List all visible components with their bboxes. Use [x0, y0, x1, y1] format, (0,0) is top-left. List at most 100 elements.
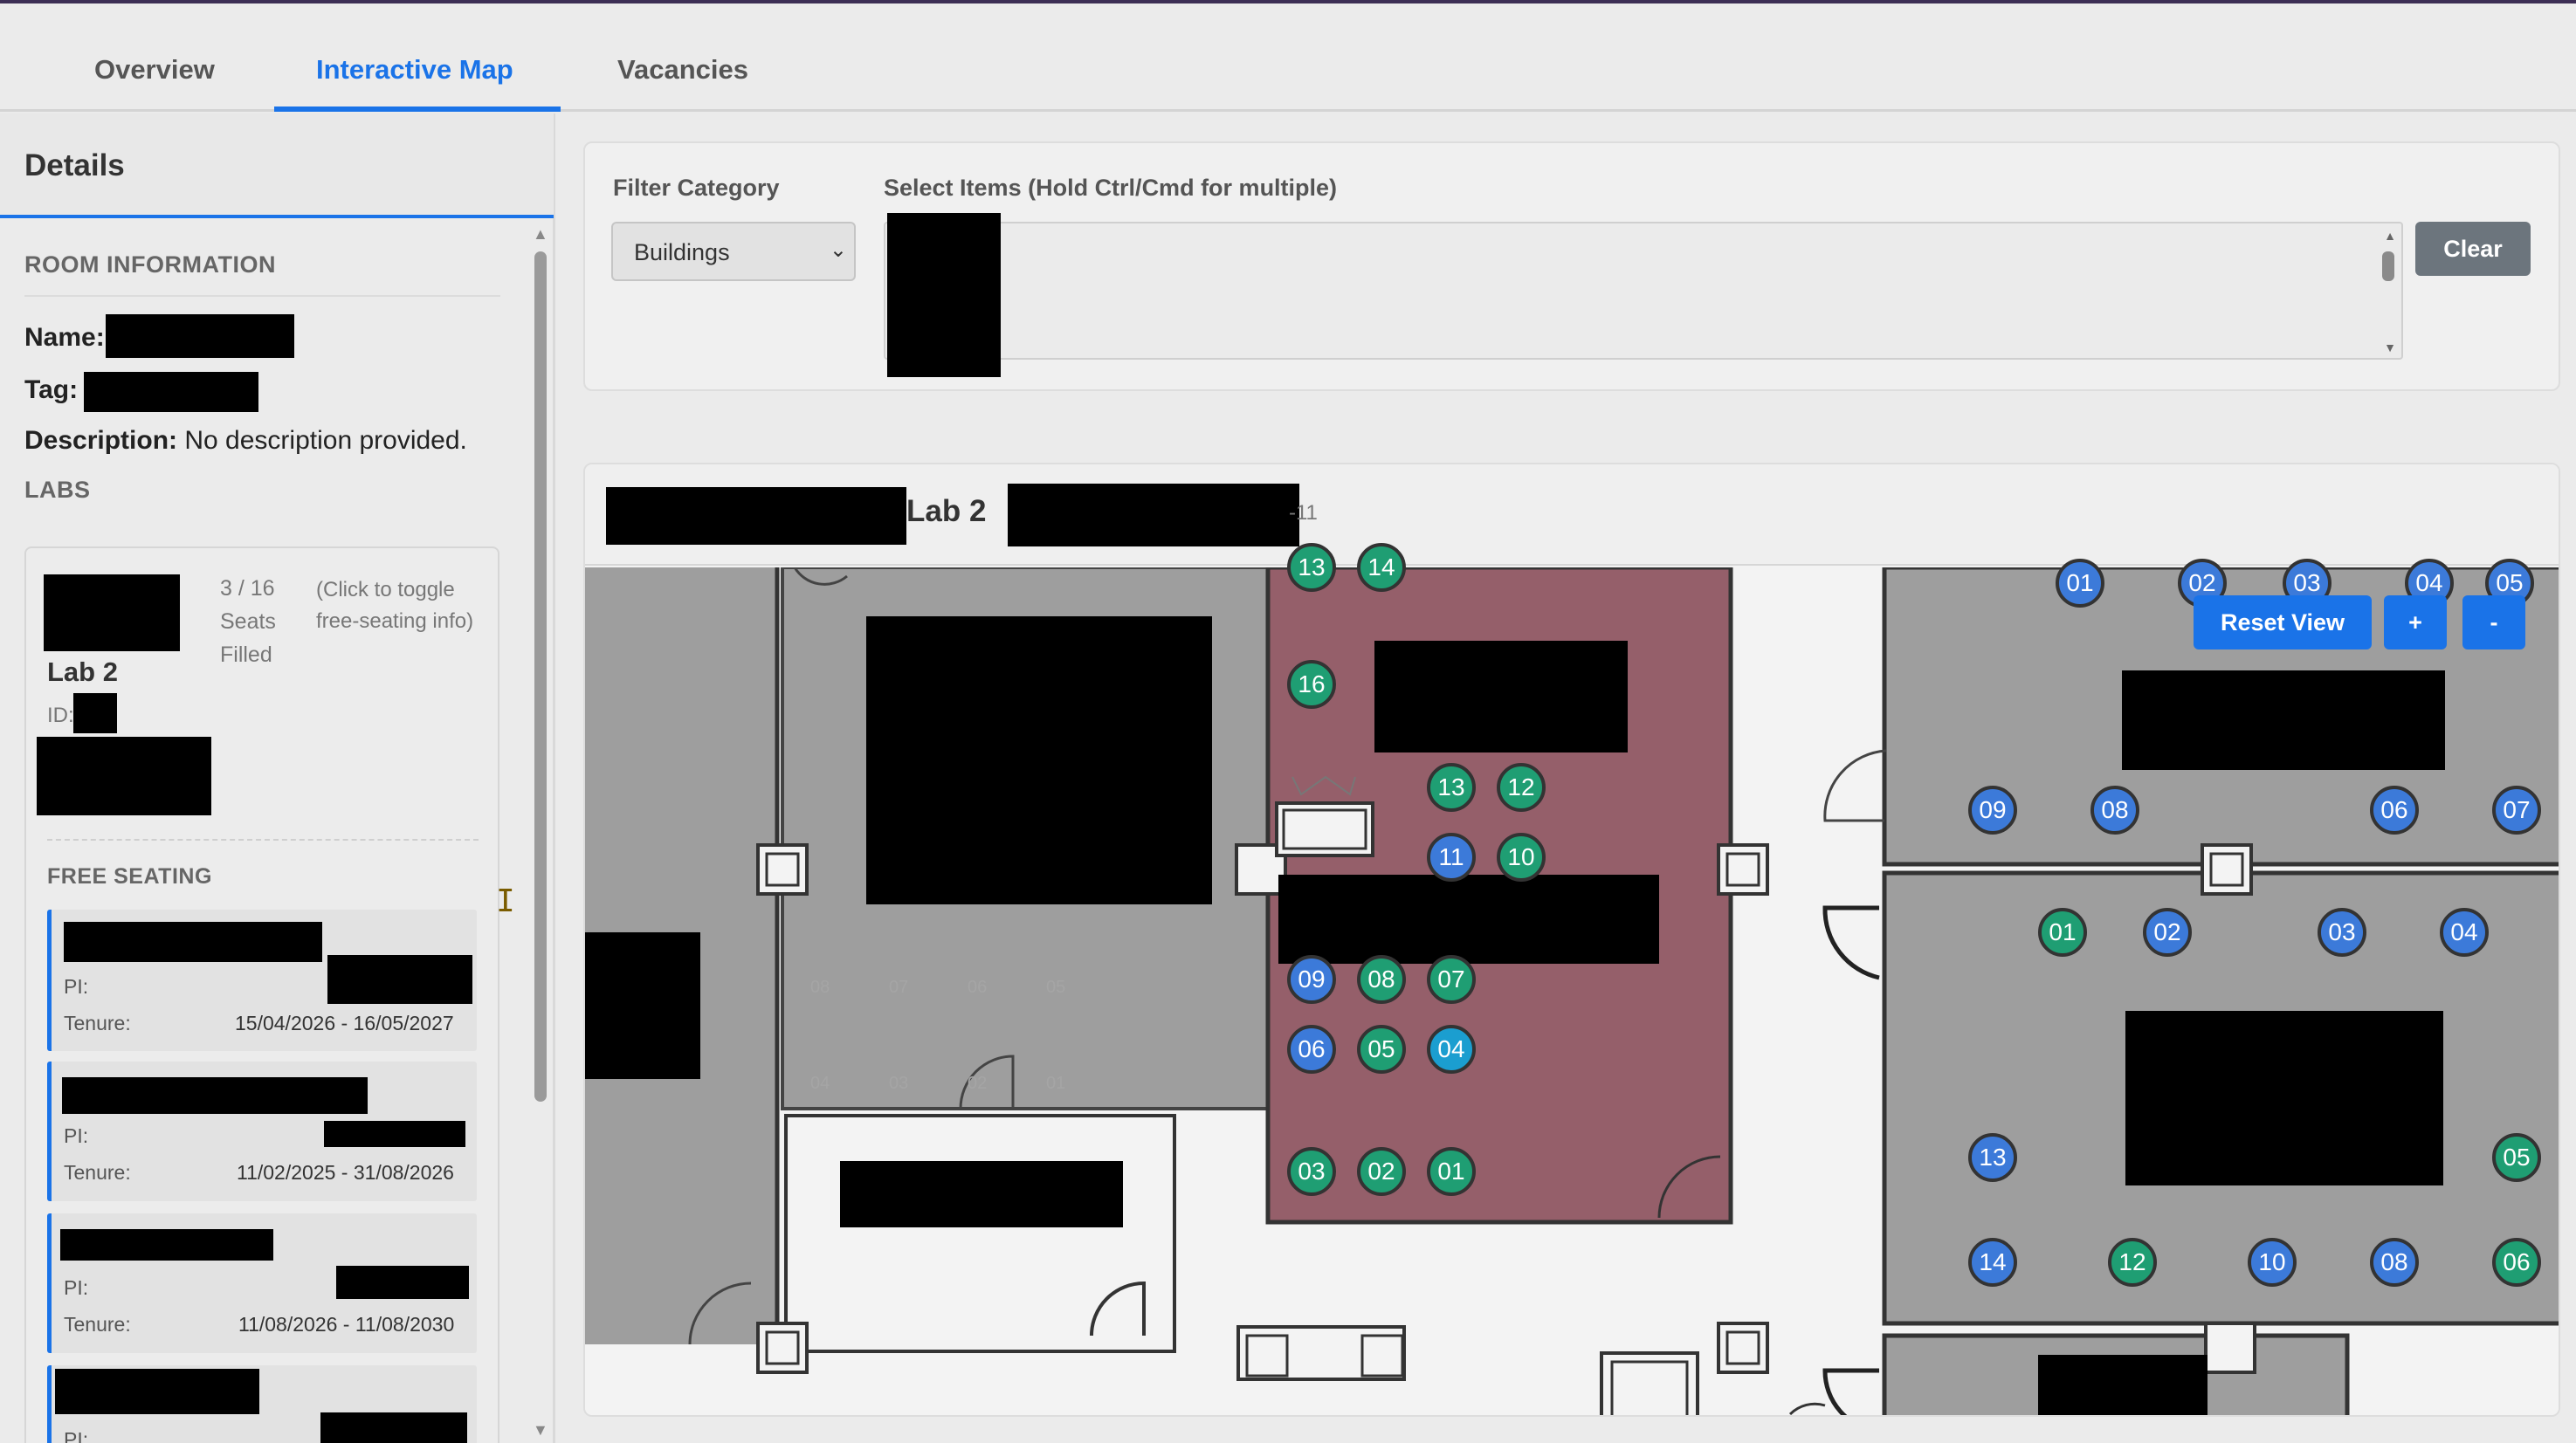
- faint-seat-label: 02: [968, 1074, 988, 1093]
- scroll-down-arrow[interactable]: ▼: [533, 1421, 548, 1440]
- faint-seat-label: 07: [889, 978, 909, 997]
- redacted-building-name: [606, 487, 906, 545]
- redacted-list-items: [887, 213, 1001, 377]
- seat-marker[interactable]: 08: [1357, 955, 1406, 1004]
- select-items-label: Select Items (Hold Ctrl/Cmd for multiple…: [884, 175, 1338, 201]
- pi-label: PI:: [64, 1428, 89, 1443]
- tab-vacancies[interactable]: Vacancies: [617, 54, 748, 86]
- filter-category-value: Buildings: [634, 239, 730, 265]
- faint-seat-label: 03: [889, 1074, 909, 1093]
- redacted-room-label: [840, 1161, 1123, 1227]
- seat-marker[interactable]: 13: [1287, 543, 1336, 592]
- seat-marker[interactable]: 01: [2038, 908, 2087, 957]
- seat-marker[interactable]: 07: [1427, 955, 1476, 1004]
- seat-marker[interactable]: 11: [1427, 833, 1476, 882]
- redacted-name: [64, 922, 322, 962]
- free-seating-item[interactable]: PI: Tenure: 15/04/2026 - 16/05/2027: [47, 910, 477, 1051]
- map-header: Lab 2 -11: [585, 464, 2559, 566]
- redacted-room-label: [1374, 641, 1628, 752]
- details-sidebar: Details ROOM INFORMATION Name: Tag: Desc…: [0, 113, 555, 1443]
- tenure-label: Tenure:: [64, 1012, 131, 1034]
- seat-marker[interactable]: 09: [1968, 786, 2017, 835]
- redacted-name: [60, 1229, 273, 1261]
- zoom-out-button[interactable]: -: [2462, 595, 2525, 649]
- seat-marker[interactable]: 10: [2248, 1238, 2297, 1287]
- seat-marker[interactable]: 04: [2440, 908, 2489, 957]
- seat-marker[interactable]: 06: [1287, 1025, 1336, 1074]
- divider: [47, 839, 479, 841]
- select-items-listbox[interactable]: ▲ ▼: [884, 213, 2403, 377]
- seat-marker[interactable]: 06: [2370, 786, 2419, 835]
- seat-marker[interactable]: 05: [1357, 1025, 1406, 1074]
- redacted-lab-id: [73, 693, 117, 733]
- redacted-name: [62, 1077, 368, 1114]
- seat-marker[interactable]: 16: [1287, 660, 1336, 709]
- redacted-room-label: [2122, 670, 2445, 770]
- chevron-down-icon: ⌄: [829, 238, 847, 262]
- map-title: Lab 2: [906, 494, 987, 528]
- redacted-room-name: [106, 314, 294, 358]
- lab-filled-text: Filled: [220, 642, 272, 667]
- white-room: [784, 1114, 1176, 1353]
- seat-marker[interactable]: 14: [1968, 1238, 2017, 1287]
- faint-seat-label: 04: [810, 1074, 830, 1093]
- listbox-scrollbar-thumb[interactable]: [2382, 251, 2394, 281]
- redacted-pi: [320, 1412, 467, 1443]
- toggle-hint-line-2[interactable]: free-seating info): [316, 609, 473, 634]
- seat-marker[interactable]: 13: [1427, 763, 1476, 812]
- seat-marker[interactable]: 02: [1357, 1147, 1406, 1196]
- seat-marker[interactable]: 04: [1427, 1025, 1476, 1074]
- redacted-room-label: [2125, 1011, 2443, 1185]
- seat-marker[interactable]: 03: [1287, 1147, 1336, 1196]
- tab-overview[interactable]: Overview: [94, 54, 215, 86]
- tenure-label: Tenure:: [64, 1161, 131, 1184]
- redacted-lab-info: [37, 737, 211, 815]
- active-tab-indicator: [274, 107, 561, 112]
- seat-marker[interactable]: 01: [1427, 1147, 1476, 1196]
- redacted-room-info: [1008, 484, 1299, 546]
- sidebar-scrollbar-thumb[interactable]: [534, 251, 547, 1102]
- lab-seats-text: Seats: [220, 609, 276, 634]
- faint-seat-label: 08: [810, 978, 830, 997]
- map-subtitle: -11: [1289, 501, 1318, 525]
- pi-label: PI:: [64, 1124, 89, 1147]
- redacted-name: [55, 1369, 259, 1414]
- map-panel: Lab 2 -11 08 07 06 05 04 03 02 01 13 14 …: [583, 463, 2560, 1417]
- tenure-label: Tenure:: [64, 1313, 131, 1336]
- reset-view-button[interactable]: Reset View: [2194, 595, 2372, 649]
- lab-seat-count: 3 / 16: [220, 576, 275, 601]
- scroll-up-arrow[interactable]: ▲: [533, 225, 548, 244]
- filter-category-select[interactable]: Buildings ⌄: [611, 222, 856, 281]
- scroll-down-arrow[interactable]: ▼: [2384, 340, 2396, 354]
- floor-plan-map[interactable]: 08 07 06 05 04 03 02 01 13 14 16 13 12 1…: [585, 543, 2559, 1415]
- seat-marker[interactable]: 12: [2108, 1238, 2157, 1287]
- zoom-in-button[interactable]: +: [2384, 595, 2447, 649]
- redacted-pi: [327, 955, 472, 1004]
- seat-marker[interactable]: 02: [2143, 908, 2192, 957]
- clear-button[interactable]: Clear: [2415, 222, 2531, 276]
- tab-interactive-map[interactable]: Interactive Map: [316, 54, 513, 86]
- room-description: Description: No description provided.: [24, 426, 467, 455]
- redacted-pi: [336, 1266, 469, 1299]
- seat-marker[interactable]: 08: [2370, 1238, 2419, 1287]
- lab-name: Lab 2: [47, 656, 118, 687]
- faint-seat-label: 05: [1046, 978, 1066, 997]
- room-information-heading: ROOM INFORMATION: [24, 251, 276, 278]
- seat-marker[interactable]: 05: [2492, 1133, 2541, 1182]
- seat-marker[interactable]: 10: [1497, 833, 1546, 882]
- seat-marker[interactable]: 03: [2318, 908, 2366, 957]
- seat-marker[interactable]: 09: [1287, 955, 1336, 1004]
- seat-marker[interactable]: 14: [1357, 543, 1406, 592]
- seat-marker[interactable]: 08: [2090, 786, 2139, 835]
- seat-marker[interactable]: 06: [2492, 1238, 2541, 1287]
- free-seating-item[interactable]: PI: Tenure: 11/08/2026 - 11/08/2030: [47, 1213, 477, 1353]
- free-seating-item[interactable]: PI: Tenure: 11/02/2025 - 31/08/2026: [47, 1062, 477, 1201]
- seat-marker[interactable]: 07: [2492, 786, 2541, 835]
- seat-marker[interactable]: 13: [1968, 1133, 2017, 1182]
- seat-marker[interactable]: 12: [1497, 763, 1546, 812]
- free-seating-item[interactable]: PI:: [47, 1365, 477, 1443]
- scroll-up-arrow[interactable]: ▲: [2384, 229, 2396, 243]
- toggle-hint-line-1[interactable]: (Click to toggle: [316, 578, 455, 602]
- seat-marker[interactable]: 01: [2056, 559, 2104, 608]
- room-tag-label: Tag:: [24, 375, 79, 404]
